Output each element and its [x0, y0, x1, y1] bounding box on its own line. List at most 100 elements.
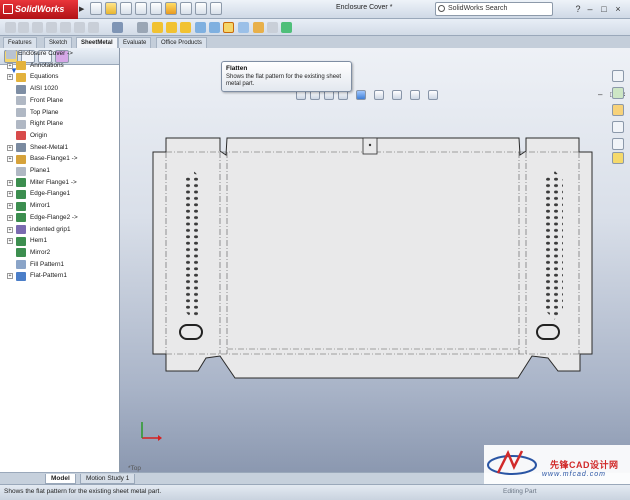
edit-appearance-icon[interactable] [410, 90, 420, 100]
solidworks-resources-icon[interactable] [612, 70, 624, 82]
feature-icon [16, 189, 26, 199]
search-box[interactable]: SolidWorks Search [435, 2, 553, 16]
forming-tool-icon[interactable] [180, 22, 191, 33]
tree-item-label: Edge-Flange1 [30, 190, 71, 198]
select-cursor-icon[interactable] [195, 2, 207, 15]
insert-bends-icon[interactable] [253, 22, 264, 33]
expand-icon[interactable]: + [7, 156, 13, 163]
tab-sketch[interactable]: Sketch [44, 37, 73, 48]
line-icon[interactable] [46, 22, 57, 33]
tree-item-miter-flange1[interactable]: + Miter Flange1 -> [0, 177, 118, 189]
display-style-hud-icon[interactable] [374, 90, 384, 100]
expand-icon[interactable]: + [7, 144, 13, 151]
editing-part-label: Editing Part [503, 488, 537, 495]
view-palette-icon[interactable] [612, 121, 624, 133]
custom-properties-icon[interactable] [612, 152, 624, 164]
tree-item-label: AISI 1020 [30, 85, 59, 93]
fold-icon[interactable] [166, 22, 177, 33]
tab-motion-study-1[interactable]: Motion Study 1 [80, 474, 136, 484]
convert-to-sheet-metal-icon[interactable] [267, 22, 278, 33]
back-arrow-icon[interactable] [5, 22, 16, 33]
solidworks-logo[interactable]: SolidWorks [0, 0, 78, 19]
view-orientation-icon[interactable] [356, 90, 366, 100]
sketch-icon[interactable] [32, 22, 43, 33]
viewport-minimize-icon[interactable]: – [598, 91, 606, 99]
document-title: Enclosure Cover * [336, 4, 393, 11]
apply-scene-icon[interactable] [428, 90, 438, 100]
display-style-icon[interactable] [112, 22, 123, 33]
file-explorer-icon[interactable] [612, 104, 624, 116]
tree-item-annotations[interactable]: + Annotations [0, 60, 118, 72]
flange-icon[interactable] [60, 22, 71, 33]
tree-item-aisi-1020[interactable]: AISI 1020 [0, 83, 118, 95]
feature-icon [16, 236, 26, 246]
corner-icon[interactable] [137, 22, 148, 33]
tree-item-label: Flat-Pattern1 [30, 272, 67, 280]
tab-features[interactable]: Features [3, 37, 37, 48]
expand-icon[interactable]: + [7, 214, 13, 221]
tree-item-fill-pattern1[interactable]: Fill Pattern1 [0, 259, 118, 271]
undo-icon[interactable] [150, 2, 162, 15]
no-bends-icon[interactable] [238, 22, 249, 33]
tree-item-base-flange1[interactable]: + Base-Flange1 -> [0, 153, 118, 165]
tree-item-label: Mirror1 [30, 202, 51, 210]
new-document-icon[interactable] [90, 2, 102, 15]
expand-icon[interactable]: + [7, 203, 13, 210]
tab-office-products[interactable]: Office Products [156, 37, 207, 48]
close-button[interactable]: × [612, 3, 624, 15]
tab-model[interactable]: Model [45, 474, 76, 484]
open-folder-icon[interactable] [105, 2, 117, 15]
tree-item-plane1[interactable]: Plane1 [0, 165, 118, 177]
bend-icon[interactable] [88, 22, 99, 33]
expand-icon[interactable]: + [7, 191, 13, 198]
tree-item-indented-grip1[interactable]: + indented grip1 [0, 224, 118, 236]
vent-icon[interactable] [209, 22, 220, 33]
save-icon[interactable] [120, 2, 132, 15]
rebuild-icon[interactable] [165, 2, 177, 15]
tree-item-edge-flange2[interactable]: + Edge-Flange2 -> [0, 212, 118, 224]
tree-item-edge-flange1[interactable]: + Edge-Flange1 [0, 188, 118, 200]
feature-icon [16, 84, 26, 94]
feature-icon [16, 225, 26, 234]
hem-icon[interactable] [74, 22, 85, 33]
tree-item-origin[interactable]: Origin [0, 130, 118, 142]
expand-icon[interactable]: + [7, 62, 13, 69]
expand-icon[interactable]: + [7, 74, 13, 81]
unfold-icon[interactable] [152, 22, 163, 33]
hide-show-items-icon[interactable] [392, 90, 402, 100]
flatten-icon[interactable] [223, 22, 234, 33]
tree-item-mirror1[interactable]: + Mirror1 [0, 200, 118, 212]
design-library-icon[interactable] [612, 87, 624, 99]
maximize-button[interactable]: □ [598, 3, 610, 15]
tree-item-sheet-metal1[interactable]: + Sheet-Metal1 [0, 142, 118, 154]
expand-icon[interactable]: + [7, 179, 13, 186]
menu-arrow-icon[interactable]: ▶ [79, 5, 84, 13]
expand-icon[interactable]: + [7, 238, 13, 245]
tree-item-front-plane[interactable]: Front Plane [0, 95, 118, 107]
options-icon[interactable] [210, 2, 222, 15]
minimize-button[interactable]: – [584, 3, 596, 15]
help-button[interactable]: ? [572, 3, 584, 15]
tree-item-hem1[interactable]: + Hem1 [0, 235, 118, 247]
left-vent-pattern [184, 170, 202, 320]
expand-icon[interactable]: + [7, 226, 13, 233]
print-icon[interactable] [135, 2, 147, 15]
status-bar: Shows the flat pattern for the existing … [0, 484, 630, 500]
forward-arrow-icon[interactable] [18, 22, 29, 33]
appearances-icon[interactable] [612, 138, 624, 150]
tree-item-equations[interactable]: + Equations [0, 71, 118, 83]
file-properties-icon[interactable] [180, 2, 192, 15]
tree-item-top-plane[interactable]: Top Plane [0, 107, 118, 119]
graphics-area[interactable]: – □ × [120, 48, 630, 472]
tree-item-right-plane[interactable]: Right Plane [0, 118, 118, 130]
feature-icon [16, 108, 26, 117]
tree-item-flat-pattern1[interactable]: + Flat-Pattern1 [0, 270, 118, 282]
tree-item-label: Equations [30, 73, 59, 81]
expand-icon[interactable]: + [7, 273, 13, 280]
tab-evaluate[interactable]: Evaluate [118, 37, 152, 48]
tab-sheetmetal[interactable]: SheetMetal [76, 37, 118, 48]
extruded-cut-icon[interactable] [281, 22, 292, 33]
tree-item-mirror2[interactable]: Mirror2 [0, 247, 118, 259]
rip-icon[interactable] [195, 22, 206, 33]
tree-root-part[interactable]: Enclosure Cover -> [0, 48, 118, 60]
